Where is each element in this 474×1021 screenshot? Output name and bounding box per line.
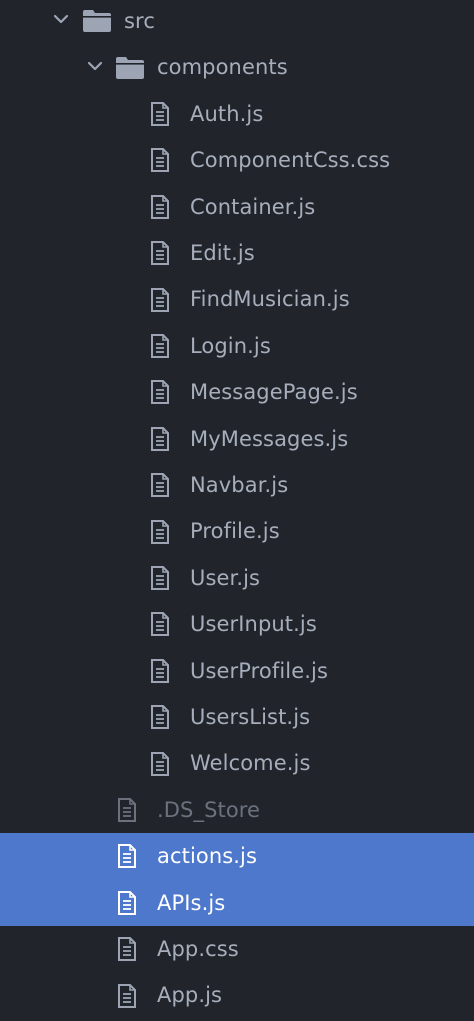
file-label: UserInput.js xyxy=(190,612,317,637)
chevron-down-icon[interactable] xyxy=(52,10,70,28)
folder-icon xyxy=(82,9,112,33)
file-text-icon xyxy=(114,843,140,869)
tree-file-ds-store[interactable]: .DS_Store xyxy=(0,787,474,833)
folder-icon xyxy=(115,56,145,80)
chevron-down-icon[interactable] xyxy=(86,57,104,75)
tree-file-user-js[interactable]: User.js xyxy=(0,555,474,601)
file-label: Profile.js xyxy=(190,519,280,544)
file-text-icon xyxy=(147,751,173,777)
file-text-icon xyxy=(147,704,173,730)
file-text-icon xyxy=(147,147,173,173)
file-label: App.css xyxy=(157,937,239,961)
tree-file-userslist-js[interactable]: UsersList.js xyxy=(0,694,474,740)
tree-file-app-css[interactable]: App.css xyxy=(0,926,474,972)
file-label: UserProfile.js xyxy=(190,658,329,683)
tree-file-container-js[interactable]: Container.js xyxy=(0,184,474,230)
tree-file-componentcss-css[interactable]: ComponentCss.css xyxy=(0,137,474,183)
tree-folder-components[interactable]: components xyxy=(0,44,474,90)
file-tree: src components Auth.js ComponentCss.css … xyxy=(0,0,474,1021)
file-label: APIs.js xyxy=(157,890,226,915)
file-text-icon xyxy=(114,936,140,962)
tree-file-auth-js[interactable]: Auth.js xyxy=(0,91,474,137)
file-text-icon xyxy=(114,983,140,1009)
file-label: .DS_Store xyxy=(157,797,261,822)
tree-file-apis-js[interactable]: APIs.js xyxy=(0,879,474,926)
file-label: Navbar.js xyxy=(190,473,289,497)
folder-label: components xyxy=(157,55,288,80)
file-text-icon xyxy=(114,797,140,823)
file-label: MyMessages.js xyxy=(190,426,349,451)
file-text-icon xyxy=(147,519,173,545)
folder-label: src xyxy=(124,9,155,33)
tree-file-userinput-js[interactable]: UserInput.js xyxy=(0,601,474,647)
tree-file-actions-js[interactable]: actions.js xyxy=(0,833,474,880)
file-label: Login.js xyxy=(190,333,271,358)
tree-file-navbar-js[interactable]: Navbar.js xyxy=(0,462,474,508)
file-text-icon xyxy=(147,101,173,127)
file-text-icon xyxy=(147,611,173,637)
tree-file-findmusician-js[interactable]: FindMusician.js xyxy=(0,276,474,322)
file-label: MessagePage.js xyxy=(190,380,358,405)
tree-file-userprofile-js[interactable]: UserProfile.js xyxy=(0,648,474,694)
file-text-icon xyxy=(147,379,173,405)
tree-file-messagepage-js[interactable]: MessagePage.js xyxy=(0,369,474,415)
file-text-icon xyxy=(147,658,173,684)
tree-file-edit-js[interactable]: Edit.js xyxy=(0,230,474,276)
file-text-icon xyxy=(147,240,173,266)
file-text-icon xyxy=(147,287,173,313)
file-text-icon xyxy=(114,890,140,916)
tree-file-welcome-js[interactable]: Welcome.js xyxy=(0,740,474,786)
file-text-icon xyxy=(147,333,173,359)
file-label: Container.js xyxy=(190,194,316,219)
file-text-icon xyxy=(147,472,173,498)
tree-file-profile-js[interactable]: Profile.js xyxy=(0,508,474,554)
file-label: Edit.js xyxy=(190,241,255,265)
file-label: Auth.js xyxy=(190,101,264,126)
tree-folder-src[interactable]: src xyxy=(0,0,474,44)
file-label: UsersList.js xyxy=(190,705,311,729)
file-label: ComponentCss.css xyxy=(190,148,391,173)
file-text-icon xyxy=(147,565,173,591)
tree-file-mymessages-js[interactable]: MyMessages.js xyxy=(0,416,474,462)
file-label: User.js xyxy=(190,565,261,590)
file-label: FindMusician.js xyxy=(190,287,350,312)
file-text-icon xyxy=(147,426,173,452)
tree-file-app-js[interactable]: App.js xyxy=(0,972,474,1018)
file-label: actions.js xyxy=(157,844,258,869)
file-label: App.js xyxy=(157,983,223,1008)
file-label: Welcome.js xyxy=(190,751,311,776)
file-text-icon xyxy=(147,194,173,220)
tree-file-login-js[interactable]: Login.js xyxy=(0,323,474,369)
